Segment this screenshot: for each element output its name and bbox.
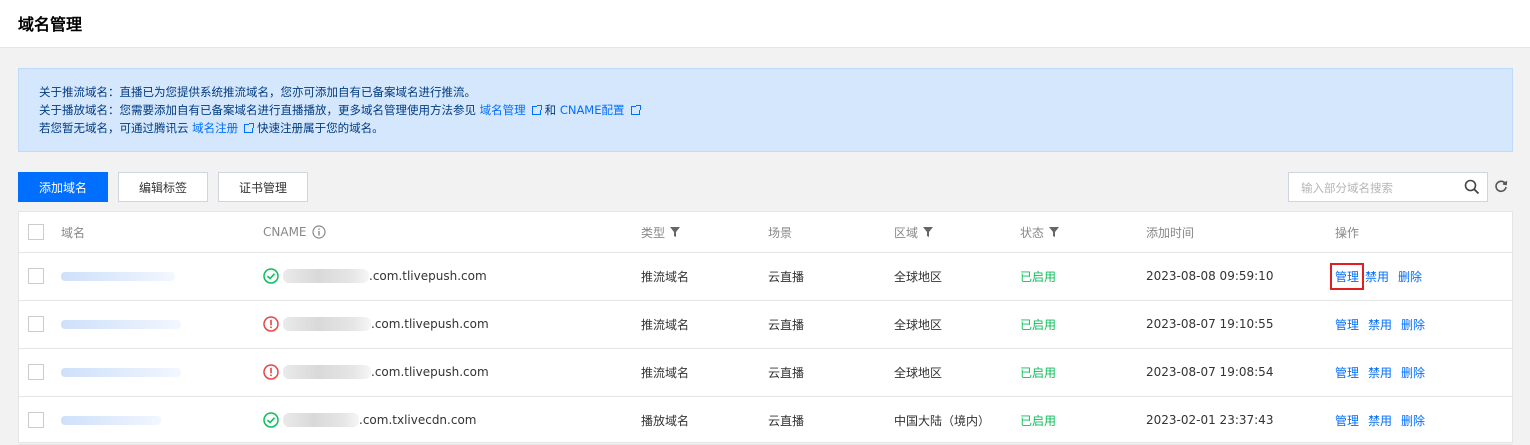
cname-redacted [283,317,371,331]
cname-redacted [283,365,371,379]
disable-button[interactable]: 禁用 [1368,364,1392,381]
external-link-icon [630,105,641,115]
add-domain-button[interactable]: 添加域名 [18,172,108,202]
added-time-cell: 2023-08-07 19:10:55 [1146,317,1274,331]
domain-name-redacted[interactable] [61,319,181,329]
filter-icon[interactable] [670,227,681,237]
notice-and-text: 和 [544,103,557,117]
col-cname-label: CNAME [263,225,307,239]
type-cell: 推流域名 [641,365,690,380]
region-cell: 全球地区 [894,269,943,284]
table-row: .com.tlivepush.com 推流域名 云直播 全球地区 已启用 202… [19,252,1512,301]
warning-circle-icon [263,316,279,332]
scene-cell: 云直播 [768,269,805,284]
scene-cell: 云直播 [768,317,805,332]
col-added-time: 添加时间 [1146,225,1195,240]
check-circle-icon [263,268,279,284]
disable-button[interactable]: 禁用 [1365,268,1389,285]
status-badge: 已启用 [1020,365,1057,380]
scene-cell: 云直播 [768,413,805,428]
check-circle-icon [263,412,279,428]
type-cell: 播放域名 [641,413,690,428]
row-checkbox[interactable] [28,364,44,380]
notice-line-3-suffix: 快速注册属于您的域名。 [257,121,384,135]
col-region-label: 区域 [894,225,919,240]
status-badge: 已启用 [1020,413,1057,428]
disable-button[interactable]: 禁用 [1368,412,1392,429]
added-time-cell: 2023-02-01 23:37:43 [1146,413,1274,427]
row-checkbox[interactable] [28,412,44,428]
notice-line-3: 若您暂无域名，可通过腾讯云 域名注册 快速注册属于您的域名。 [39,119,1512,137]
region-cell: 中国大陆（境内） [894,413,991,428]
cname-suffix: .com.tlivepush.com [369,269,487,283]
type-cell: 推流域名 [641,317,690,332]
filter-icon[interactable] [1049,227,1060,237]
col-type: 类型 [641,212,681,252]
external-link-icon [531,105,542,115]
top-bar: 域名管理 [0,0,1530,48]
edit-tags-button[interactable]: 编辑标签 [118,172,208,202]
cname-redacted [283,413,359,427]
table-row: .com.tlivepush.com 推流域名 云直播 全球地区 已启用 202… [19,300,1512,349]
notice-line-2: 关于播放域名：您需要添加自有已备案域名进行直播播放，更多域名管理使用方法参见 域… [39,101,1512,119]
search-icon[interactable] [1464,179,1480,195]
delete-button[interactable]: 删除 [1398,268,1422,285]
domain-name-redacted[interactable] [61,367,181,377]
cname-redacted [283,269,369,283]
col-status-label: 状态 [1020,225,1045,240]
row-checkbox[interactable] [28,268,44,284]
domain-name-redacted[interactable] [61,415,161,425]
cname-suffix: .com.tlivepush.com [371,365,489,379]
table-row: .com.tlivepush.com 推流域名 云直播 全球地区 已启用 202… [19,348,1512,397]
cname-config-link[interactable]: CNAME配置 [560,103,625,117]
search-box [1288,172,1488,202]
cname-suffix: .com.txlivecdn.com [359,413,477,427]
row-checkbox[interactable] [28,316,44,332]
type-cell: 推流域名 [641,269,690,284]
region-cell: 全球地区 [894,317,943,332]
refresh-icon[interactable] [1494,179,1508,193]
scene-cell: 云直播 [768,365,805,380]
warning-circle-icon [263,364,279,380]
info-notice: 关于推流域名：直播已为您提供系统推流域名，您亦可添加自有已备案域名进行推流。 关… [18,68,1513,152]
manage-button[interactable]: 管理 [1335,364,1359,381]
col-cname: CNAME [263,212,326,252]
manage-button[interactable]: 管理 [1335,316,1359,333]
external-link-icon [244,123,255,133]
select-all-checkbox[interactable] [28,224,44,240]
table-header: 域名 CNAME 类型 场景 区域 状态 添加时间 操作 [19,212,1512,253]
domain-table: 域名 CNAME 类型 场景 区域 状态 添加时间 操作 .com.tlivep… [18,211,1513,445]
added-time-cell: 2023-08-07 19:08:54 [1146,365,1274,379]
region-cell: 全球地区 [894,365,943,380]
domain-register-link[interactable]: 域名注册 [192,121,238,135]
filter-icon[interactable] [923,227,934,237]
disable-button[interactable]: 禁用 [1368,316,1392,333]
notice-line-2-text: 关于播放域名：您需要添加自有已备案域名进行直播播放，更多域名管理使用方法参见 [39,103,476,117]
col-scene: 场景 [768,225,793,240]
delete-button[interactable]: 删除 [1401,316,1425,333]
notice-line-3-text: 若您暂无域名，可通过腾讯云 [39,121,189,135]
table-row: .com.txlivecdn.com 播放域名 云直播 中国大陆（境内） 已启用… [19,396,1512,445]
manage-button[interactable]: 管理 [1335,412,1359,429]
col-type-label: 类型 [641,225,666,240]
delete-button[interactable]: 删除 [1401,412,1425,429]
domain-name-redacted[interactable] [61,271,175,281]
info-icon[interactable] [311,225,326,239]
status-badge: 已启用 [1020,317,1057,332]
cert-manage-button[interactable]: 证书管理 [218,172,308,202]
page-title: 域名管理 [18,15,83,34]
col-actions: 操作 [1335,225,1360,240]
cname-suffix: .com.tlivepush.com [371,317,489,331]
notice-line-1: 关于推流域名：直播已为您提供系统推流域名，您亦可添加自有已备案域名进行推流。 [39,85,476,99]
search-input[interactable] [1299,179,1463,197]
col-region: 区域 [894,212,934,252]
domain-manage-link[interactable]: 域名管理 [480,103,526,117]
col-domain: 域名 [61,225,86,240]
added-time-cell: 2023-08-08 09:59:10 [1146,269,1274,283]
status-badge: 已启用 [1020,269,1057,284]
manage-button[interactable]: 管理 [1329,262,1365,290]
col-status: 状态 [1020,212,1060,252]
delete-button[interactable]: 删除 [1401,364,1425,381]
